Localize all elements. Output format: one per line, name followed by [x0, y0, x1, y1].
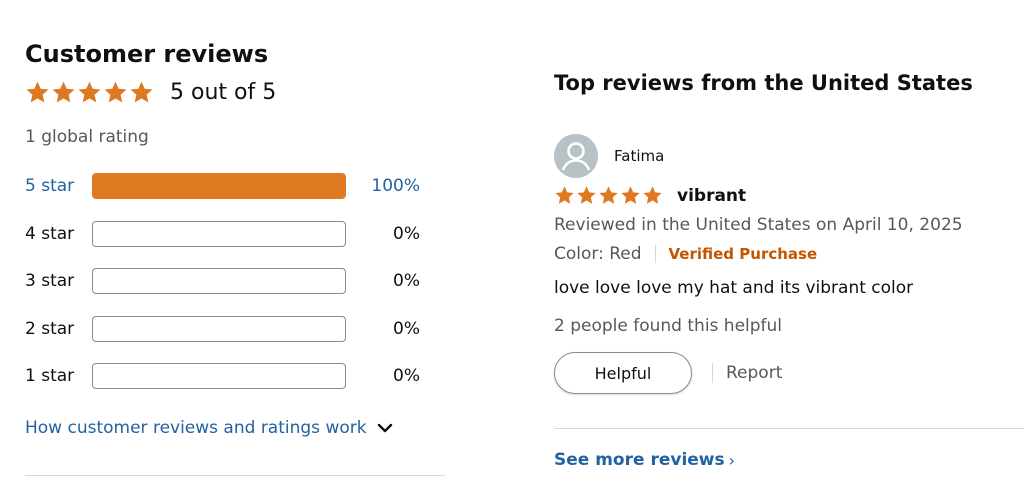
meta-separator	[654, 245, 656, 263]
star-icon	[621, 186, 640, 204]
histogram-percent: 0%	[393, 224, 420, 244]
histogram-label[interactable]: 5 star	[25, 176, 74, 196]
helpful-count: 2 people found this helpful	[554, 316, 783, 336]
histogram-label: 2 star	[25, 319, 75, 339]
helpful-button[interactable]: Helpful	[554, 352, 692, 394]
reviewer-profile[interactable]: Fatima	[554, 134, 664, 178]
star-icon	[555, 186, 574, 204]
section-divider	[25, 475, 445, 476]
review-headline[interactable]: vibrant	[554, 185, 746, 206]
histogram-row-5-star[interactable]: 5 star 100%	[25, 173, 420, 201]
report-link[interactable]: Report	[726, 363, 782, 383]
review-meta: Color: Red Verified Purchase	[554, 244, 817, 264]
star-icon	[599, 186, 618, 204]
histogram-label: 3 star	[25, 271, 75, 291]
histogram-row-3-star: 3 star 0%	[25, 268, 420, 296]
histogram-percent: 0%	[393, 319, 420, 339]
star-icon	[577, 186, 596, 204]
histogram-row-1-star: 1 star 0%	[25, 363, 420, 391]
histogram-label: 1 star	[25, 366, 75, 386]
reviewer-name[interactable]: Fatima	[614, 147, 664, 165]
histogram-bar	[92, 316, 346, 342]
overall-rating[interactable]: 5 out of 5	[25, 80, 276, 105]
review-actions: Helpful Report	[554, 352, 782, 394]
overall-stars	[25, 80, 154, 105]
person-icon	[554, 134, 598, 178]
histogram-bar[interactable]	[92, 173, 346, 199]
review-variant: Color: Red	[554, 244, 642, 264]
see-more-reviews-link[interactable]: See more reviews ›	[554, 450, 735, 470]
review-stars[interactable]	[554, 185, 663, 206]
review-body: love love love my hat and its vibrant co…	[554, 278, 914, 298]
histogram-percent: 0%	[393, 366, 420, 386]
chevron-down-icon[interactable]	[377, 422, 393, 434]
histogram-label: 4 star	[25, 224, 75, 244]
rating-out-of-text: 5 out of 5	[170, 80, 277, 105]
star-icon	[130, 81, 153, 103]
histogram-fill	[93, 174, 345, 198]
review-title[interactable]: vibrant	[677, 186, 746, 206]
how-reviews-work-link[interactable]: How customer reviews and ratings work	[25, 418, 393, 438]
histogram-bar	[92, 363, 346, 389]
default-avatar-icon[interactable]	[554, 134, 598, 178]
histogram-percent: 0%	[393, 271, 420, 291]
how-reviews-work-label[interactable]: How customer reviews and ratings work	[25, 418, 367, 438]
histogram-row-4-star: 4 star 0%	[25, 221, 420, 249]
action-separator	[712, 363, 713, 383]
histogram-percent[interactable]: 100%	[371, 176, 420, 196]
customer-reviews-title: Customer reviews	[25, 40, 269, 68]
global-rating-count: 1 global rating	[25, 127, 149, 147]
verified-purchase-badge: Verified Purchase	[668, 245, 818, 263]
star-icon	[26, 81, 49, 103]
review-date: Reviewed in the United States on April 1…	[554, 215, 963, 235]
reviews-divider	[554, 428, 1024, 429]
histogram-bar	[92, 268, 346, 294]
star-icon	[643, 186, 662, 204]
see-more-reviews-label[interactable]: See more reviews	[554, 450, 725, 470]
star-icon	[52, 81, 75, 103]
star-icon	[78, 81, 101, 103]
chevron-right-icon[interactable]: ›	[729, 451, 735, 470]
top-reviews-title: Top reviews from the United States	[554, 71, 973, 95]
histogram-row-2-star: 2 star 0%	[25, 316, 420, 344]
star-icon	[104, 81, 127, 103]
histogram-bar	[92, 221, 346, 247]
